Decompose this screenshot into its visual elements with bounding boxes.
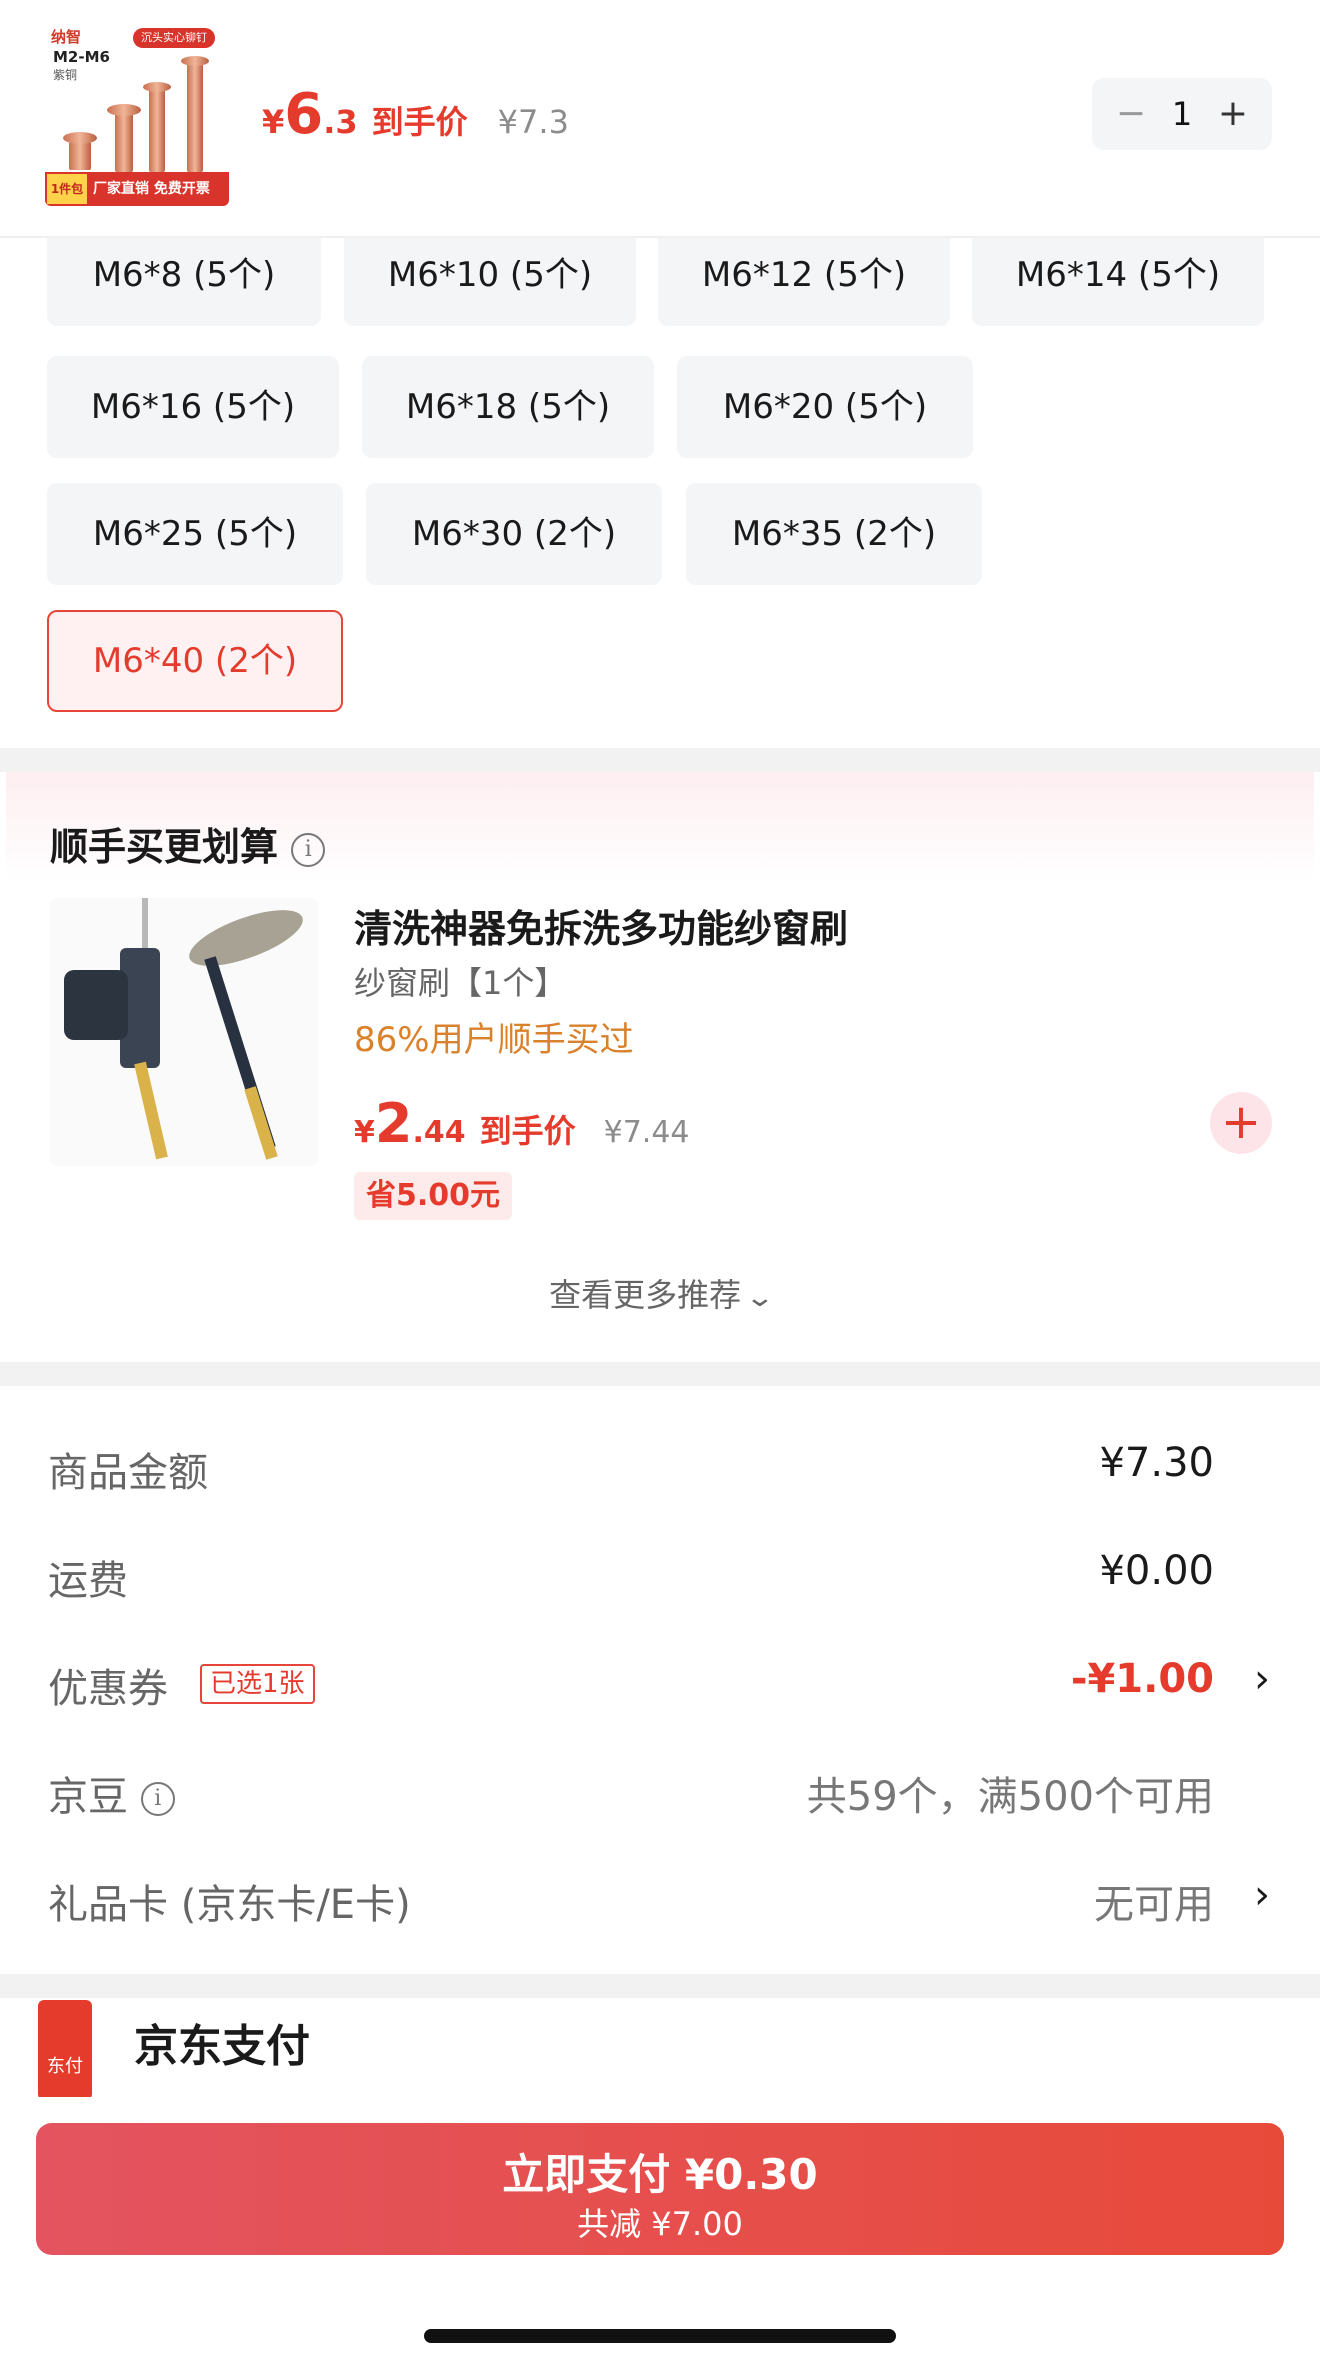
product-price: ¥ 6 .3 到手价 ¥7.3 [262, 82, 569, 152]
section-divider [0, 1362, 1320, 1386]
spec-option[interactable]: M6*20 (5个) [677, 356, 973, 458]
quantity-stepper: − 1 + [1092, 78, 1272, 150]
see-more-label: 查看更多推荐 [549, 1276, 742, 1314]
jd-beans-row: 京豆 i 共59个，满500个可用 [0, 1750, 1320, 1830]
rivet-image [115, 110, 133, 172]
shipping-label: 运费 [48, 1558, 128, 1604]
spec-options: M6*8 (5个) M6*10 (5个) M6*12 (5个) M6*14 (5… [0, 224, 1320, 748]
spec-option[interactable]: M6*12 (5个) [658, 224, 950, 326]
goods-amount-value: ¥7.30 [1099, 1440, 1214, 1486]
rivet-image [187, 62, 203, 172]
jd-beans-label-text: 京豆 [48, 1774, 128, 1820]
original-price: ¥7.3 [497, 103, 569, 141]
window-brush-illustration [64, 898, 303, 1160]
jd-beans-value: 共59个，满500个可用 [806, 1774, 1214, 1820]
shipping-value: ¥0.00 [1099, 1548, 1214, 1594]
checkout-bar: 立即支付 ¥0.30 共减 ¥7.00 [0, 2097, 1320, 2369]
spec-option[interactable]: M6*10 (5个) [344, 224, 636, 326]
add-to-order-button[interactable]: + [1210, 1092, 1272, 1154]
recommendation-section: 顺手买更划算 i 清洗神器免拆洗多功能纱窗刷 纱窗刷【1个】 86%用户顺手买过… [6, 772, 1314, 1362]
coupon-value: -¥1.00 [1070, 1656, 1214, 1702]
coupon-selected-tag: 已选1张 [200, 1664, 315, 1704]
thumb-spec: M2-M6 [53, 48, 110, 66]
goods-amount-label: 商品金额 [48, 1450, 208, 1496]
quantity-value[interactable]: 1 [1172, 95, 1192, 133]
spec-option[interactable]: M6*25 (5个) [47, 483, 343, 585]
jd-pay-icon: 东付 [38, 2000, 92, 2100]
price-label: 到手价 [479, 1112, 576, 1150]
info-icon[interactable]: i [140, 1782, 175, 1816]
chevron-down-icon: ⌄ [744, 1283, 776, 1313]
chevron-right-icon: › [1254, 1872, 1270, 1918]
increase-quantity-button[interactable]: + [1216, 78, 1250, 150]
recommendation-title: 顺手买更划算 i [50, 816, 326, 871]
decrease-quantity-button[interactable]: − [1114, 78, 1148, 150]
gift-card-label: 礼品卡 (京东卡/E卡) [48, 1882, 411, 1928]
checkout-page: 纳智 M2-M6 紫铜 沉头实心铆钉 厂家直销 免费开票 1件包邮 ¥ 6 .3… [0, 0, 1320, 2369]
coupon-row[interactable]: 优惠券 已选1张 -¥1.00 › [0, 1642, 1320, 1722]
rivet-image [181, 56, 209, 66]
payment-method-name: 京东支付 [134, 2021, 310, 2072]
price-integer: 2 [374, 1092, 413, 1155]
total-discount-label: 共减 ¥7.00 [577, 2205, 743, 2243]
goods-amount-row: 商品金额 ¥7.30 [0, 1426, 1320, 1506]
section-divider [0, 1974, 1320, 1998]
recommended-product-name[interactable]: 清洗神器免拆洗多功能纱窗刷 [354, 898, 848, 953]
spec-option[interactable]: M6*16 (5个) [47, 356, 339, 458]
product-thumbnail[interactable]: 纳智 M2-M6 紫铜 沉头实心铆钉 厂家直销 免费开票 1件包邮 [45, 22, 229, 206]
product-header: 纳智 M2-M6 紫铜 沉头实心铆钉 厂家直销 免费开票 1件包邮 ¥ 6 .3… [0, 0, 1320, 238]
thumb-material: 紫铜 [53, 68, 78, 82]
jd-beans-label: 京豆 i [48, 1764, 175, 1822]
pay-now-label: 立即支付 ¥0.30 [502, 2150, 818, 2199]
rivet-image [107, 104, 141, 116]
recommendation-title-text: 顺手买更划算 [50, 825, 279, 869]
info-icon[interactable]: i [291, 832, 326, 867]
shipping-row: 运费 ¥0.00 [0, 1534, 1320, 1614]
chevron-right-icon: › [1254, 1656, 1270, 1702]
spec-option[interactable]: M6*8 (5个) [47, 224, 321, 326]
recommended-product-popularity: 86%用户顺手买过 [354, 1020, 634, 1060]
pay-now-button[interactable]: 立即支付 ¥0.30 共减 ¥7.00 [36, 2123, 1284, 2255]
spec-option[interactable]: M6*14 (5个) [972, 224, 1264, 326]
coupon-label: 优惠券 [48, 1666, 168, 1712]
thumb-brand: 纳智 [51, 28, 82, 46]
payment-method-row[interactable]: 东付 京东支付 [0, 2000, 1320, 2100]
spec-option[interactable]: M6*30 (2个) [366, 483, 662, 585]
savings-badge: 省5.00元 [354, 1172, 513, 1220]
see-more-recommendations[interactable]: 查看更多推荐 ⌄ [6, 1270, 1314, 1316]
rivet-image [63, 132, 97, 144]
gift-card-row[interactable]: 礼品卡 (京东卡/E卡) 无可用 › [0, 1858, 1320, 1938]
price-currency: ¥ [354, 1115, 375, 1150]
spec-option[interactable]: M6*18 (5个) [362, 356, 654, 458]
spec-option-selected[interactable]: M6*40 (2个) [47, 610, 343, 712]
spec-option[interactable]: M6*35 (2个) [686, 483, 982, 585]
original-price: ¥7.44 [603, 1115, 690, 1150]
thumb-tag: 沉头实心铆钉 [133, 28, 215, 48]
price-decimal: .44 [412, 1115, 466, 1150]
price-label: 到手价 [371, 103, 468, 141]
recommended-product-spec: 纱窗刷【1个】 [354, 964, 567, 1002]
recommended-product-price: ¥ 2 .44 到手价 ¥7.44 [354, 1092, 690, 1155]
price-decimal: .3 [323, 103, 358, 141]
recommended-product-image[interactable] [50, 898, 318, 1166]
thumb-badge: 1件包邮 [47, 174, 87, 204]
rivet-image [149, 88, 165, 172]
gift-card-value: 无可用 [1094, 1882, 1214, 1928]
rivet-image [69, 140, 91, 170]
price-currency: ¥ [262, 103, 285, 141]
home-indicator[interactable] [424, 2329, 896, 2343]
price-integer: 6 [284, 82, 324, 147]
rivet-image [143, 82, 171, 92]
section-divider [0, 748, 1320, 772]
